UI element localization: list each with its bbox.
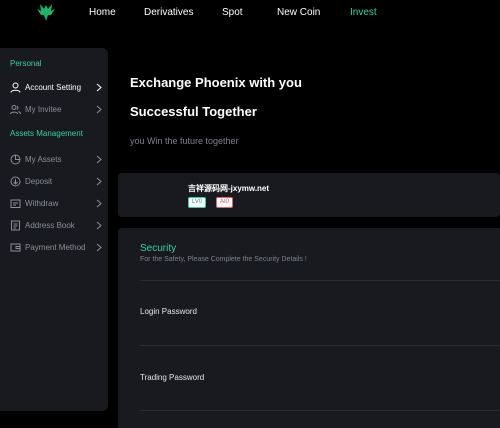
chevron-right-icon: [96, 221, 102, 230]
sidebar-item-account-setting[interactable]: Account Setting: [0, 80, 108, 96]
sidebar-item-payment-method[interactable]: Payment Method: [0, 240, 108, 256]
sidebar-item-label: Withdraw: [25, 199, 59, 208]
nav-derivatives[interactable]: Derivatives: [144, 7, 193, 18]
hero-subtitle: you Win the future together: [130, 136, 239, 146]
chevron-right-icon: [96, 105, 102, 114]
user-icon: [10, 82, 21, 93]
withdraw-icon: [10, 199, 21, 208]
sidebar: Personal Account Setting My Invitee Asse…: [0, 48, 108, 411]
phoenix-logo-icon[interactable]: [37, 3, 55, 23]
nav-invest[interactable]: Invest: [350, 7, 377, 18]
security-row-login-password[interactable]: Login Password: [140, 303, 500, 321]
security-panel: Security For the Safety, Please Complete…: [118, 228, 500, 428]
sidebar-item-label: Deposit: [25, 177, 53, 186]
chevron-right-icon: [96, 243, 102, 252]
security-row-label: Trading Password: [140, 373, 205, 382]
chevron-right-icon: [96, 83, 102, 92]
pie-chart-icon: [10, 154, 21, 165]
sidebar-item-address-book[interactable]: Address Book: [0, 218, 108, 234]
sidebar-item-my-assets[interactable]: My Assets: [0, 152, 108, 168]
security-row-label: Login Password: [140, 307, 197, 316]
chevron-right-icon: [96, 155, 102, 164]
top-nav: Home Derivatives Spot New Coin Invest: [0, 0, 500, 27]
deposit-icon: [10, 176, 21, 187]
profile-username: 吉祥源码网-jxymw.net: [188, 184, 270, 193]
profile-card: 吉祥源码网-jxymw.net LV0 AI0: [118, 173, 500, 217]
divider: [140, 345, 500, 346]
sidebar-item-label: Account Setting: [25, 83, 82, 92]
sidebar-section-assets: Assets Management: [10, 129, 83, 138]
divider: [140, 280, 500, 281]
hero-title-line2: Successful Together: [130, 104, 257, 119]
nav-home[interactable]: Home: [89, 7, 116, 18]
payment-icon: [10, 243, 21, 252]
chevron-right-icon: [96, 177, 102, 186]
sidebar-item-label: Address Book: [25, 221, 75, 230]
level-badge: LV0: [188, 197, 207, 208]
security-row-trading-password[interactable]: Trading Password: [140, 369, 500, 387]
hero-title-line1: Exchange Phoenix with you: [130, 75, 302, 90]
sidebar-item-my-invitee[interactable]: My Invitee: [0, 102, 108, 118]
sidebar-item-label: My Assets: [25, 155, 62, 164]
sidebar-section-personal: Personal: [10, 59, 42, 68]
sidebar-item-deposit[interactable]: Deposit: [0, 174, 108, 190]
divider: [140, 410, 500, 411]
address-book-icon: [11, 220, 20, 231]
ai-badge: AI0: [216, 197, 234, 208]
users-icon: [10, 105, 21, 115]
chevron-right-icon: [96, 199, 102, 208]
sidebar-item-withdraw[interactable]: Withdraw: [0, 196, 108, 212]
security-title: Security: [140, 243, 177, 254]
sidebar-item-label: My Invitee: [25, 105, 62, 114]
nav-new-coin[interactable]: New Coin: [277, 7, 320, 18]
security-description: For the Safety, Please Complete the Secu…: [140, 256, 307, 263]
nav-spot[interactable]: Spot: [222, 7, 243, 18]
sidebar-item-label: Payment Method: [25, 243, 86, 252]
